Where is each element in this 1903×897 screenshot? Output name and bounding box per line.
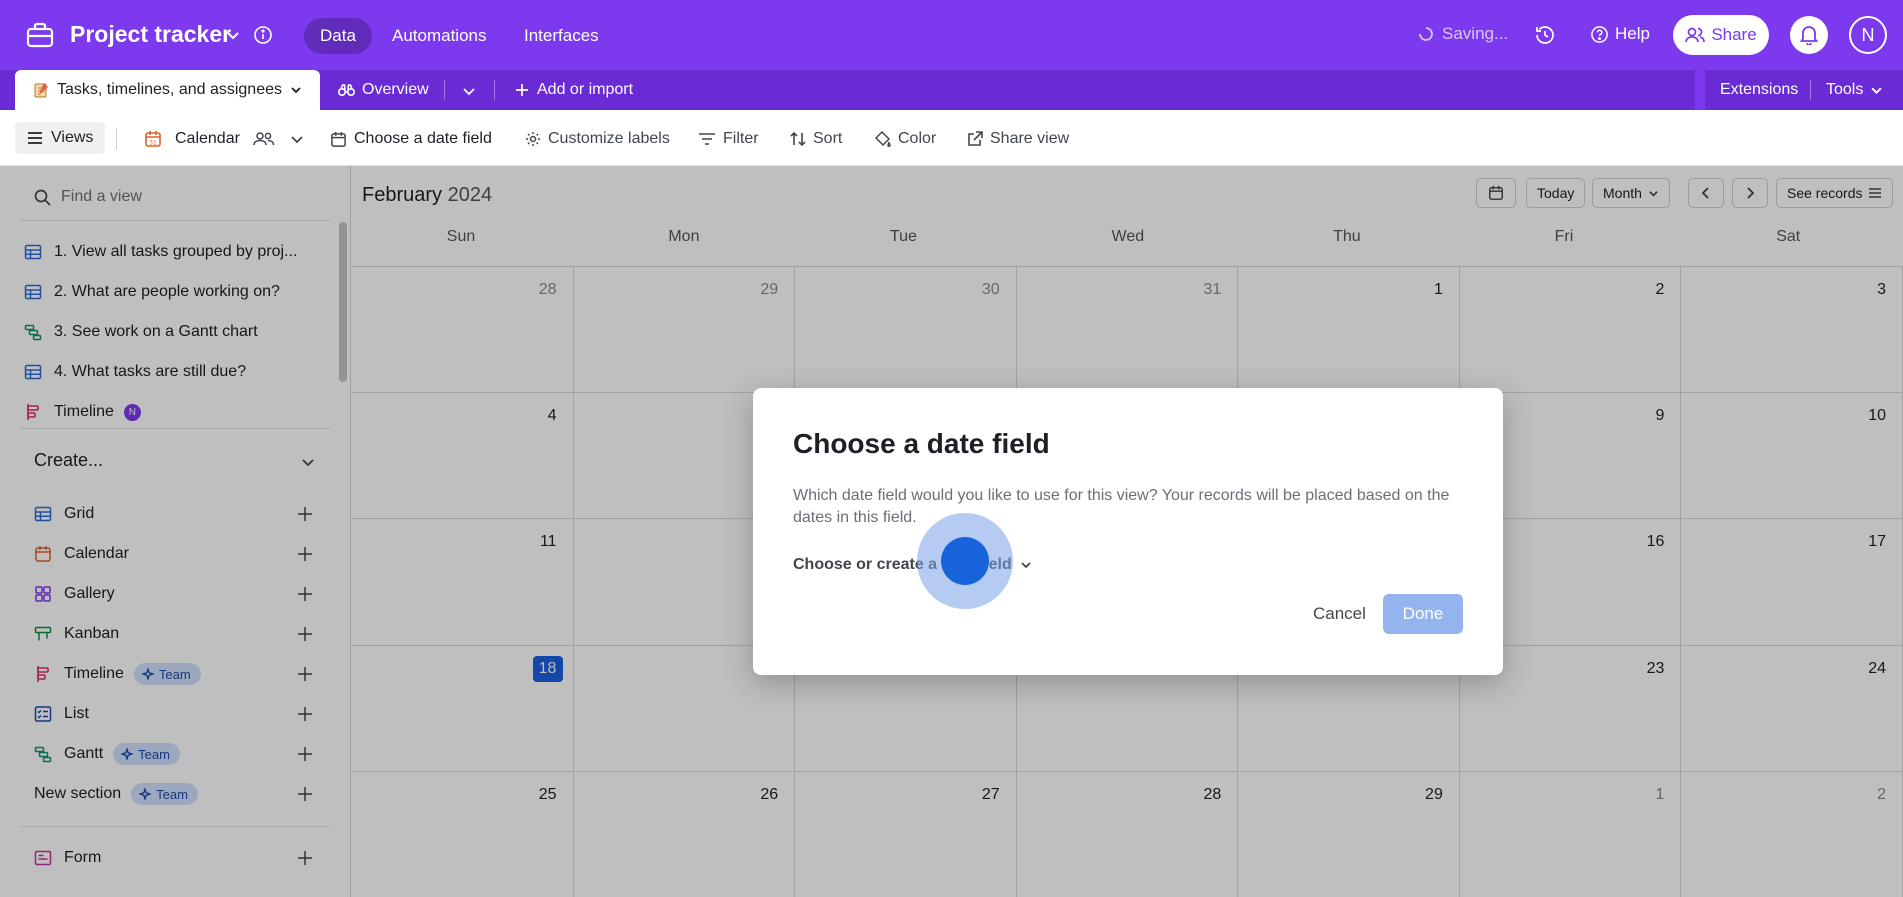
- share-view-button[interactable]: Share view: [967, 126, 1069, 152]
- done-button[interactable]: Done: [1383, 594, 1463, 634]
- sort-icon: [790, 131, 806, 147]
- customize-labels-label: Customize labels: [548, 130, 670, 147]
- tab-divider: [494, 80, 495, 100]
- saving-status: Saving...: [1418, 24, 1508, 44]
- question-icon: [1591, 25, 1608, 43]
- hamburger-icon: [28, 132, 42, 144]
- tab-overview[interactable]: Overview: [338, 70, 429, 110]
- chevron-down-icon: [1871, 87, 1882, 94]
- saving-text: Saving...: [1442, 24, 1509, 43]
- filter-label: Filter: [723, 130, 759, 147]
- filter-icon: [699, 133, 715, 145]
- share-label: Share: [1711, 25, 1757, 44]
- tools-button[interactable]: Tools: [1826, 70, 1883, 110]
- views-label: Views: [51, 129, 94, 146]
- view-toolbar: Views 31 Calendar Choose a date field Cu…: [0, 110, 1903, 166]
- calendar-icon: 31: [145, 131, 161, 147]
- svg-text:31: 31: [149, 140, 157, 147]
- choose-date-field-dialog: Choose a date field Which date field wou…: [753, 388, 1503, 675]
- avatar[interactable]: N: [1849, 16, 1887, 54]
- help-label: Help: [1615, 24, 1650, 43]
- color-label: Color: [898, 130, 937, 147]
- spinner-icon: [1419, 27, 1433, 41]
- calendar-icon: [331, 131, 346, 147]
- top-bar: Project tracker Data Automations Interfa…: [0, 0, 1903, 70]
- base-title[interactable]: Project tracker: [70, 21, 231, 48]
- sort-label: Sort: [813, 130, 843, 147]
- chevron-down-icon[interactable]: [226, 28, 240, 42]
- notifications-button[interactable]: [1790, 16, 1828, 54]
- nav-automations[interactable]: Automations: [376, 18, 503, 54]
- briefcase-icon[interactable]: [26, 22, 54, 48]
- tab-divider: [444, 80, 445, 100]
- dialog-description: Which date field would you like to use f…: [793, 487, 1450, 526]
- sort-button[interactable]: Sort: [790, 126, 842, 152]
- choose-date-field-label: Choose a date field: [354, 130, 492, 147]
- nav-interfaces[interactable]: Interfaces: [508, 18, 615, 54]
- tab-active-table[interactable]: Tasks, timelines, and assignees: [15, 70, 320, 110]
- toolbar-divider: [116, 128, 117, 150]
- people-icon: [253, 132, 275, 146]
- active-table-label: Tasks, timelines, and assignees: [57, 81, 282, 98]
- customize-labels-button[interactable]: Customize labels: [525, 126, 670, 152]
- chevron-down-icon[interactable]: [290, 132, 304, 146]
- external-link-icon: [968, 131, 983, 146]
- bell-icon: [1800, 26, 1818, 45]
- history-icon[interactable]: [1533, 23, 1557, 47]
- dialog-title: Choose a date field: [793, 428, 1050, 459]
- users-icon: [1685, 27, 1706, 43]
- chevron-down-icon[interactable]: [290, 84, 302, 96]
- click-indicator-dot: [941, 537, 989, 585]
- gear-icon: [526, 132, 540, 146]
- info-icon[interactable]: [253, 25, 273, 45]
- filter-button[interactable]: Filter: [698, 126, 759, 152]
- chevron-down-icon: [1021, 562, 1031, 569]
- share-button[interactable]: Share: [1673, 15, 1769, 55]
- add-or-import-button[interactable]: Add or import: [514, 70, 633, 110]
- choose-date-field-button[interactable]: Choose a date field: [330, 126, 492, 152]
- table-tab-bar: Tasks, timelines, and assignees Overview…: [0, 70, 1903, 110]
- chevron-down-icon[interactable]: [462, 84, 476, 98]
- extensions-button[interactable]: Extensions: [1720, 70, 1798, 110]
- share-view-label: Share view: [990, 130, 1070, 147]
- tools-label: Tools: [1826, 81, 1864, 98]
- current-view-label: Calendar: [175, 130, 240, 147]
- cancel-button[interactable]: Cancel: [1301, 594, 1378, 634]
- tab-divider: [1810, 80, 1811, 100]
- current-view-button[interactable]: 31 Calendar: [144, 126, 304, 152]
- add-or-import-label: Add or import: [537, 81, 634, 98]
- overview-label: Overview: [362, 81, 429, 98]
- color-button[interactable]: Color: [873, 126, 936, 152]
- memo-icon: [34, 83, 48, 98]
- views-button[interactable]: Views: [15, 122, 106, 154]
- help-button[interactable]: Help: [1590, 24, 1650, 44]
- paint-bucket-icon: [874, 130, 891, 147]
- nav-data[interactable]: Data: [304, 18, 372, 54]
- binoculars-icon: [338, 84, 355, 96]
- plus-icon: [516, 84, 528, 96]
